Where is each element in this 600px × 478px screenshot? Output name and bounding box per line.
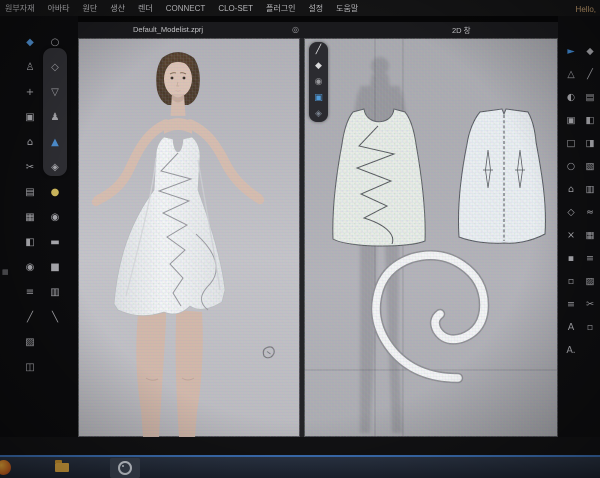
- edit-curvature-icon[interactable]: ◐: [562, 86, 580, 109]
- viewport-3d[interactable]: [78, 38, 300, 437]
- avatar-tool-icon[interactable]: ♙: [21, 55, 39, 80]
- account-greeting: Hello,: [576, 5, 596, 14]
- shirt-back-icon[interactable]: ◨: [581, 132, 599, 155]
- show-pattern-icon[interactable]: ▣: [311, 90, 327, 106]
- sewing-tool-icon[interactable]: ▣: [21, 105, 39, 130]
- panel-2d-tools: ╱◆◉▣◈: [309, 42, 328, 122]
- notch-tool-icon[interactable]: ×: [562, 224, 580, 247]
- tape-icon[interactable]: ▨: [21, 330, 39, 355]
- menu-materials[interactable]: 원부자재: [5, 3, 34, 14]
- menu-fabric[interactable]: 원단: [83, 3, 98, 14]
- pattern-outline-icon[interactable]: ◆: [581, 40, 599, 63]
- edit-pattern-icon[interactable]: △: [562, 63, 580, 86]
- menu-help[interactable]: 도움말: [336, 3, 358, 14]
- gear-icon[interactable]: ◎: [292, 25, 299, 34]
- left-tool-column-2: ○◇▽♟▲◈●◉▬■▥╲: [46, 30, 64, 330]
- viewport-2d[interactable]: [304, 38, 558, 437]
- hand-tool-icon[interactable]: ╲: [46, 305, 64, 330]
- menu-settings[interactable]: 설정: [308, 3, 323, 14]
- info-icon[interactable]: ◉: [311, 74, 327, 90]
- menu-connect[interactable]: CONNECT: [166, 4, 206, 13]
- menu-production[interactable]: 생산: [110, 3, 125, 14]
- text-tool-icon[interactable]: A: [562, 316, 580, 339]
- layout-icon[interactable]: ≡: [581, 247, 599, 270]
- left-tool-column-1: ◆♙+▣⌂✂▤▦◧◉≡╱▨◫: [21, 30, 39, 380]
- zipper-icon[interactable]: ≡: [21, 280, 39, 305]
- polygon-tool-icon[interactable]: ⌂: [562, 178, 580, 201]
- hatch-icon[interactable]: ▨: [581, 270, 599, 293]
- shrinkage-icon[interactable]: ▧: [581, 155, 599, 178]
- browser-icon[interactable]: [0, 460, 11, 475]
- avatar-right-leg: [176, 310, 203, 437]
- print-layout-icon[interactable]: ▫: [581, 316, 599, 339]
- seam-allowance-icon[interactable]: ▪: [562, 247, 580, 270]
- avatar-left-leg: [136, 310, 166, 437]
- fullness-icon[interactable]: ≈: [581, 201, 599, 224]
- tab-strip: Default_Modelist.zprj ◎ 2D 창: [78, 22, 558, 38]
- clo-app-icon[interactable]: [110, 458, 140, 478]
- menu-avatar[interactable]: 아바타: [47, 3, 69, 14]
- texture-icon[interactable]: ▤: [21, 180, 39, 205]
- pin-tool-icon[interactable]: +: [21, 80, 39, 105]
- pan-cursor-icon: [263, 347, 274, 358]
- desktop-grid-icon: ▦: [2, 268, 9, 276]
- measure-icon[interactable]: ╱: [21, 305, 39, 330]
- button-tool-icon[interactable]: ◉: [21, 255, 39, 280]
- garment-display-icon[interactable]: ◇: [46, 55, 64, 80]
- window-2d-label: 2D 창: [452, 25, 471, 36]
- fabric-bolt-icon[interactable]: ■: [46, 255, 64, 280]
- sewing-machine-icon[interactable]: ⌂: [21, 130, 39, 155]
- spool-icon[interactable]: ▥: [46, 280, 64, 305]
- line-tool-icon[interactable]: ╱: [311, 42, 327, 58]
- layer-icon[interactable]: ◈: [311, 106, 327, 122]
- trim-icon[interactable]: ◧: [21, 230, 39, 255]
- scissors-icon[interactable]: ✂: [21, 155, 39, 180]
- dart-tool-icon[interactable]: ◇: [562, 201, 580, 224]
- menu-clo-set[interactable]: CLO-SET: [218, 4, 253, 13]
- project-tab[interactable]: Default_Modelist.zprj: [133, 25, 203, 34]
- menu-bar: 원부자재 아바타 원단 생산 렌더 CONNECT CLO-SET 플러그인 설정 도움말: [0, 0, 600, 16]
- pin-display-icon[interactable]: ◈: [46, 155, 64, 180]
- grading-icon[interactable]: ≡: [562, 293, 580, 316]
- flatten-icon[interactable]: ◫: [21, 355, 39, 380]
- avatar-3d[interactable]: [78, 38, 300, 437]
- transform-tool-icon[interactable]: ◆: [311, 58, 327, 74]
- trace-tool-icon[interactable]: ▫: [562, 270, 580, 293]
- clo-logo-ring: [118, 461, 132, 475]
- texture-edit-icon[interactable]: ▥: [581, 178, 599, 201]
- simulate-icon[interactable]: ▲: [46, 130, 64, 155]
- baseline-icon[interactable]: ▤: [581, 86, 599, 109]
- rectangle-tool-icon[interactable]: □: [562, 132, 580, 155]
- light-icon[interactable]: ●: [46, 180, 64, 205]
- windows-taskbar: [0, 455, 600, 478]
- transform-pattern-icon[interactable]: ►: [562, 40, 580, 63]
- pattern-piece-back[interactable]: [458, 109, 545, 243]
- app-bottom-edge: [0, 437, 600, 455]
- right-tool-column-2: ◆╱▤◧◨▧▥≈▦≡▨✂▫: [581, 40, 599, 339]
- shirt-front-icon[interactable]: ◧: [581, 109, 599, 132]
- fabric-display-icon[interactable]: ▽: [46, 80, 64, 105]
- ruler-icon[interactable]: ╱: [581, 63, 599, 86]
- menu-plugin[interactable]: 플러그인: [266, 3, 295, 14]
- grid-icon[interactable]: ▦: [581, 224, 599, 247]
- add-point-icon[interactable]: ▣: [562, 109, 580, 132]
- avatar-right-arm: [190, 124, 258, 198]
- file-explorer-icon[interactable]: [55, 463, 69, 472]
- avatar-display-icon[interactable]: ♟: [46, 105, 64, 130]
- cut-sew-icon[interactable]: ✂: [581, 293, 599, 316]
- gizmo-icon[interactable]: ◉: [46, 205, 64, 230]
- avatar-face: [164, 61, 192, 97]
- annotation-icon[interactable]: A.: [562, 339, 580, 362]
- circle-tool-icon[interactable]: ○: [562, 155, 580, 178]
- menu-render[interactable]: 렌더: [138, 3, 153, 14]
- clo3d-application-window: 원부자재아바타원단생산렌더CONNECTCLO-SET플러그인설정도움말 ← H…: [0, 0, 600, 478]
- fabric-roll-icon[interactable]: ▬: [46, 230, 64, 255]
- right-tool-column-1: ►△◐▣□○⌂◇×▪▫≡AA.: [562, 40, 580, 362]
- fabric-icon[interactable]: ▦: [21, 205, 39, 230]
- simulate-diamond-icon[interactable]: ◆: [21, 30, 39, 55]
- render-view-icon[interactable]: ○: [46, 30, 64, 55]
- pattern-piece-front[interactable]: [333, 109, 425, 246]
